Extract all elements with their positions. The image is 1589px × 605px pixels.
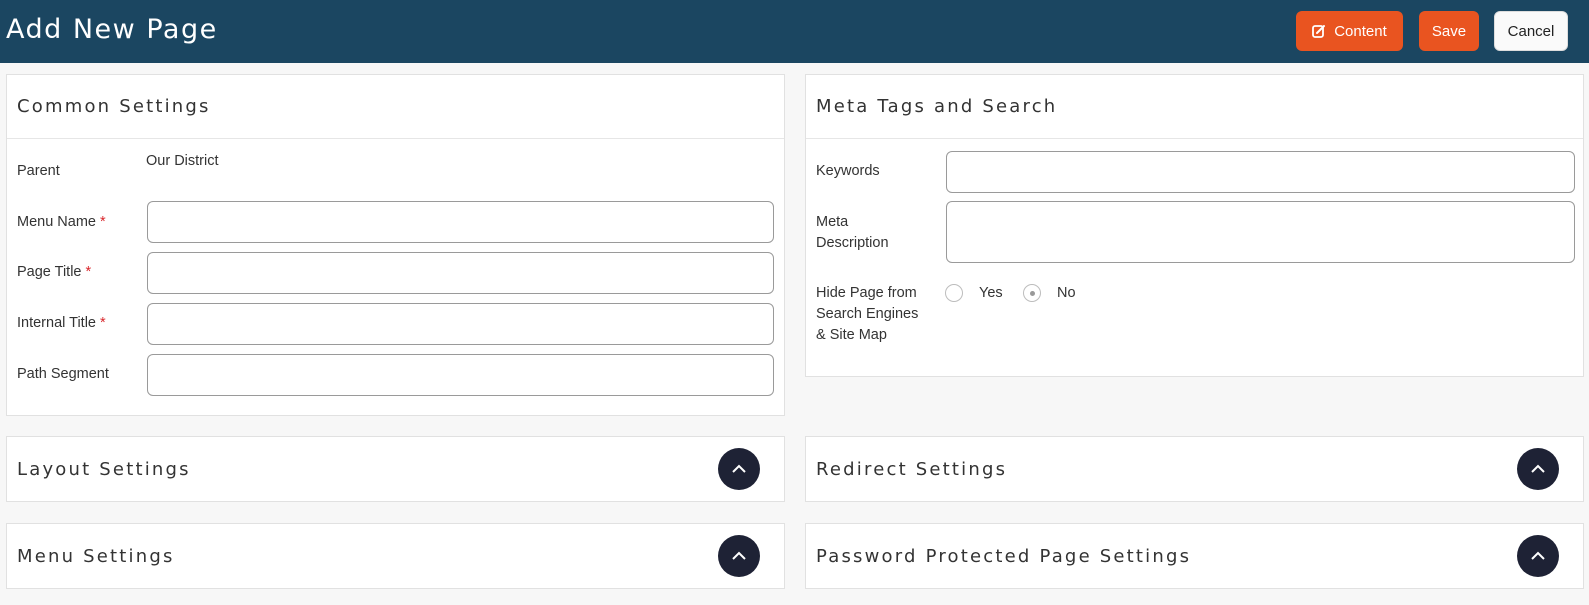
content-button-label: Content [1334,22,1387,40]
page-title-label-text: Page Title [17,264,82,280]
hide-page-no-label[interactable]: No [1057,285,1076,301]
menu-name-label-text: Menu Name [17,214,96,230]
top-bar: Add New Page Content Save Cancel [0,0,1589,63]
common-settings-panel: Common Settings Parent Our District Menu… [6,74,785,416]
cancel-button[interactable]: Cancel [1494,11,1568,51]
path-segment-label: Path Segment [17,366,109,382]
meta-description-label-line-2: Description [816,235,889,251]
page-title: Add New Page [6,14,218,45]
hide-page-no-radio[interactable] [1023,284,1041,302]
meta-tags-title: Meta Tags and Search [816,96,1058,117]
required-marker: * [100,315,106,331]
hide-page-yes-radio[interactable] [945,284,963,302]
menu-name-input[interactable] [147,201,774,243]
meta-description-label-line-1: Meta [816,214,849,230]
internal-title-input[interactable] [147,303,774,345]
content-button[interactable]: Content [1296,11,1403,51]
page-title-input[interactable] [147,252,774,294]
chevron-up-icon [1531,551,1545,560]
password-settings-title: Password Protected Page Settings [816,546,1192,567]
password-settings-toggle[interactable] [1517,535,1559,577]
layout-settings-title: Layout Settings [17,459,191,480]
page-title-label: Page Title * [17,262,91,283]
internal-title-label-text: Internal Title [17,315,96,331]
chevron-up-icon [1531,464,1545,473]
path-segment-input[interactable] [147,354,774,396]
common-settings-header: Common Settings [7,75,784,139]
hide-page-yes-label[interactable]: Yes [979,285,1003,301]
edit-icon [1312,24,1326,38]
chevron-up-icon [732,551,746,560]
layout-settings-toggle[interactable] [718,448,760,490]
internal-title-label: Internal Title * [17,313,106,334]
hide-page-label-line-1: Hide Page from [816,285,917,301]
meta-description-input[interactable] [946,201,1575,263]
password-settings-panel[interactable]: Password Protected Page Settings [805,523,1584,589]
chevron-up-icon [732,464,746,473]
menu-settings-panel[interactable]: Menu Settings [6,523,785,589]
required-marker: * [99,214,106,230]
keywords-input[interactable] [946,151,1575,193]
meta-tags-panel: Meta Tags and Search Keywords Meta Descr… [805,74,1584,377]
menu-settings-toggle[interactable] [718,535,760,577]
hide-page-label: Hide Page from Search Engines & Site Map [816,283,918,346]
redirect-settings-toggle[interactable] [1517,448,1559,490]
hide-page-label-line-2: Search Engines [816,306,919,322]
hide-page-label-line-3: & Site Map [816,327,887,343]
redirect-settings-panel[interactable]: Redirect Settings [805,436,1584,502]
keywords-label: Keywords [816,163,880,179]
meta-tags-header: Meta Tags and Search [806,75,1583,139]
redirect-settings-title: Redirect Settings [816,459,1008,480]
parent-label: Parent [17,163,60,179]
menu-settings-title: Menu Settings [17,546,175,567]
save-button[interactable]: Save [1419,11,1479,51]
parent-value: Our District [146,153,219,169]
meta-description-label: Meta Description [816,212,889,254]
required-marker: * [85,264,92,280]
layout-settings-panel[interactable]: Layout Settings [6,436,785,502]
common-settings-title: Common Settings [17,96,211,117]
menu-name-label: Menu Name * [17,212,106,233]
